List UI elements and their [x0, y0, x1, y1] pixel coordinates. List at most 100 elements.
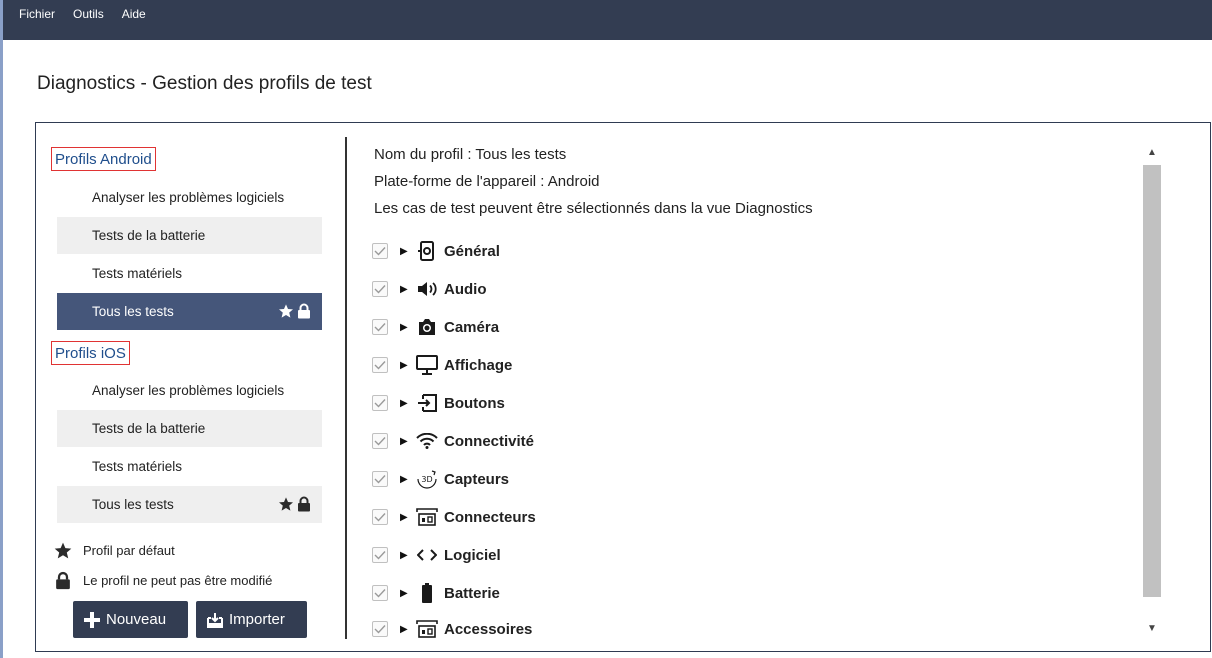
- lock-icon: [298, 303, 310, 319]
- category-audio[interactable]: ▶ Audio: [372, 277, 487, 301]
- connector-icon: [416, 618, 438, 640]
- scroll-down-arrow-icon[interactable]: ▼: [1143, 619, 1161, 637]
- profile-note: Les cas de test peuvent être sélectionné…: [374, 200, 813, 217]
- category-connectivity[interactable]: ▶ Connectivité: [372, 429, 534, 453]
- category-label: Boutons: [444, 394, 505, 412]
- monitor-icon: [416, 354, 438, 376]
- category-buttons[interactable]: ▶ Boutons: [372, 391, 505, 415]
- legend-default: Profil par défaut: [53, 541, 175, 560]
- category-label: Connectivité: [444, 432, 535, 450]
- expand-caret-icon[interactable]: ▶: [400, 436, 410, 447]
- scroll-up-arrow-icon[interactable]: ▲: [1143, 143, 1161, 161]
- category-label: Batterie: [444, 584, 500, 602]
- category-sensors[interactable]: ▶ 3D Capteurs: [372, 467, 509, 491]
- expand-caret-icon[interactable]: ▶: [400, 512, 410, 523]
- category-display[interactable]: ▶ Affichage: [372, 353, 512, 377]
- expand-caret-icon[interactable]: ▶: [400, 398, 410, 409]
- category-checkbox[interactable]: [372, 509, 388, 525]
- category-accessories[interactable]: ▶ Accessoires: [372, 617, 532, 641]
- expand-caret-icon[interactable]: ▶: [400, 246, 410, 257]
- legend-default-text: Profil par défaut: [83, 543, 175, 558]
- android-profile-hardware[interactable]: Tests matériels: [57, 255, 322, 292]
- legend-locked-text: Le profil ne peut pas être modifié: [83, 573, 273, 588]
- buttons-icon: [416, 392, 438, 414]
- profile-label: Tests matériels: [92, 266, 183, 281]
- android-profile-all-tests[interactable]: Tous les tests: [57, 293, 322, 330]
- page-title: Diagnostics - Gestion des profils de tes…: [37, 73, 372, 94]
- ios-profile-software[interactable]: Analyser les problèmes logiciels: [57, 372, 322, 409]
- category-checkbox[interactable]: [372, 319, 388, 335]
- category-checkbox[interactable]: [372, 471, 388, 487]
- category-checkbox[interactable]: [372, 433, 388, 449]
- new-button-label: Nouveau: [106, 611, 167, 628]
- legend-locked: Le profil ne peut pas être modifié: [53, 571, 272, 590]
- svg-text:3D: 3D: [421, 475, 432, 484]
- category-checkbox[interactable]: [372, 585, 388, 601]
- expand-caret-icon[interactable]: ▶: [400, 550, 410, 561]
- connector-icon: [416, 506, 438, 528]
- speaker-icon: [416, 278, 438, 300]
- battery-icon: [416, 582, 438, 604]
- window-edge: [0, 0, 3, 658]
- scroll-thumb[interactable]: [1143, 165, 1161, 597]
- panel-divider: [345, 137, 347, 639]
- android-profile-battery[interactable]: Tests de la batterie: [57, 217, 322, 254]
- profile-label: Analyser les problèmes logiciels: [92, 383, 285, 398]
- category-checkbox[interactable]: [372, 281, 388, 297]
- menu-outils[interactable]: Outils: [64, 0, 113, 21]
- profile-name: Nom du profil : Tous les tests: [374, 146, 567, 163]
- profile-label: Analyser les problèmes logiciels: [92, 190, 285, 205]
- category-label: Audio: [444, 280, 487, 298]
- category-label: Général: [444, 242, 500, 260]
- profile-label: Tests matériels: [92, 459, 183, 474]
- ios-profile-hardware[interactable]: Tests matériels: [57, 448, 322, 485]
- expand-caret-icon[interactable]: ▶: [400, 588, 410, 599]
- category-connectors[interactable]: ▶ Connecteurs: [372, 505, 536, 529]
- expand-caret-icon[interactable]: ▶: [400, 322, 410, 333]
- profile-label: Tous les tests: [92, 304, 174, 319]
- ios-profile-battery[interactable]: Tests de la batterie: [57, 410, 322, 447]
- ios-profiles-header: Profils iOS: [51, 341, 130, 365]
- ios-profile-all-tests[interactable]: Tous les tests: [57, 486, 322, 523]
- menu-fichier[interactable]: Fichier: [3, 0, 64, 21]
- profile-label: Tous les tests: [92, 497, 174, 512]
- lock-icon: [56, 571, 70, 590]
- category-software[interactable]: ▶ Logiciel: [372, 543, 501, 567]
- android-profile-software[interactable]: Analyser les problèmes logiciels: [57, 179, 322, 216]
- menu-bar: Fichier Outils Aide: [3, 0, 1212, 40]
- category-checkbox[interactable]: [372, 395, 388, 411]
- general-icon: [416, 240, 438, 262]
- category-checkbox[interactable]: [372, 621, 388, 637]
- category-camera[interactable]: ▶ Caméra: [372, 315, 499, 339]
- profiles-panel: Profils Android Analyser les problèmes l…: [35, 122, 1211, 652]
- star-icon: [279, 497, 293, 511]
- category-battery[interactable]: ▶ Batterie: [372, 581, 500, 605]
- profile-label: Tests de la batterie: [92, 228, 206, 243]
- lock-icon: [298, 496, 310, 512]
- category-label: Accessoires: [444, 620, 533, 638]
- star-icon: [279, 304, 293, 318]
- expand-caret-icon[interactable]: ▶: [400, 360, 410, 371]
- category-checkbox[interactable]: [372, 357, 388, 373]
- expand-caret-icon[interactable]: ▶: [400, 624, 410, 635]
- sensor-3d-icon: 3D: [416, 468, 438, 490]
- import-button-label: Importer: [229, 611, 285, 628]
- android-profiles-header: Profils Android: [51, 147, 156, 171]
- new-profile-button[interactable]: Nouveau: [73, 601, 188, 638]
- plus-icon: [84, 611, 100, 628]
- category-checkbox[interactable]: [372, 243, 388, 259]
- category-label: Capteurs: [444, 470, 510, 488]
- expand-caret-icon[interactable]: ▶: [400, 474, 410, 485]
- category-checkbox[interactable]: [372, 547, 388, 563]
- star-icon: [54, 542, 72, 559]
- expand-caret-icon[interactable]: ▶: [400, 284, 410, 295]
- category-general[interactable]: ▶ Général: [372, 239, 500, 263]
- scrollbar[interactable]: ▲ ▼: [1143, 143, 1161, 639]
- code-icon: [416, 544, 438, 566]
- import-icon: [207, 612, 223, 628]
- import-profile-button[interactable]: Importer: [196, 601, 307, 638]
- menu-aide[interactable]: Aide: [113, 0, 155, 21]
- category-label: Caméra: [444, 318, 500, 336]
- wifi-icon: [416, 430, 438, 452]
- category-label: Affichage: [444, 356, 513, 374]
